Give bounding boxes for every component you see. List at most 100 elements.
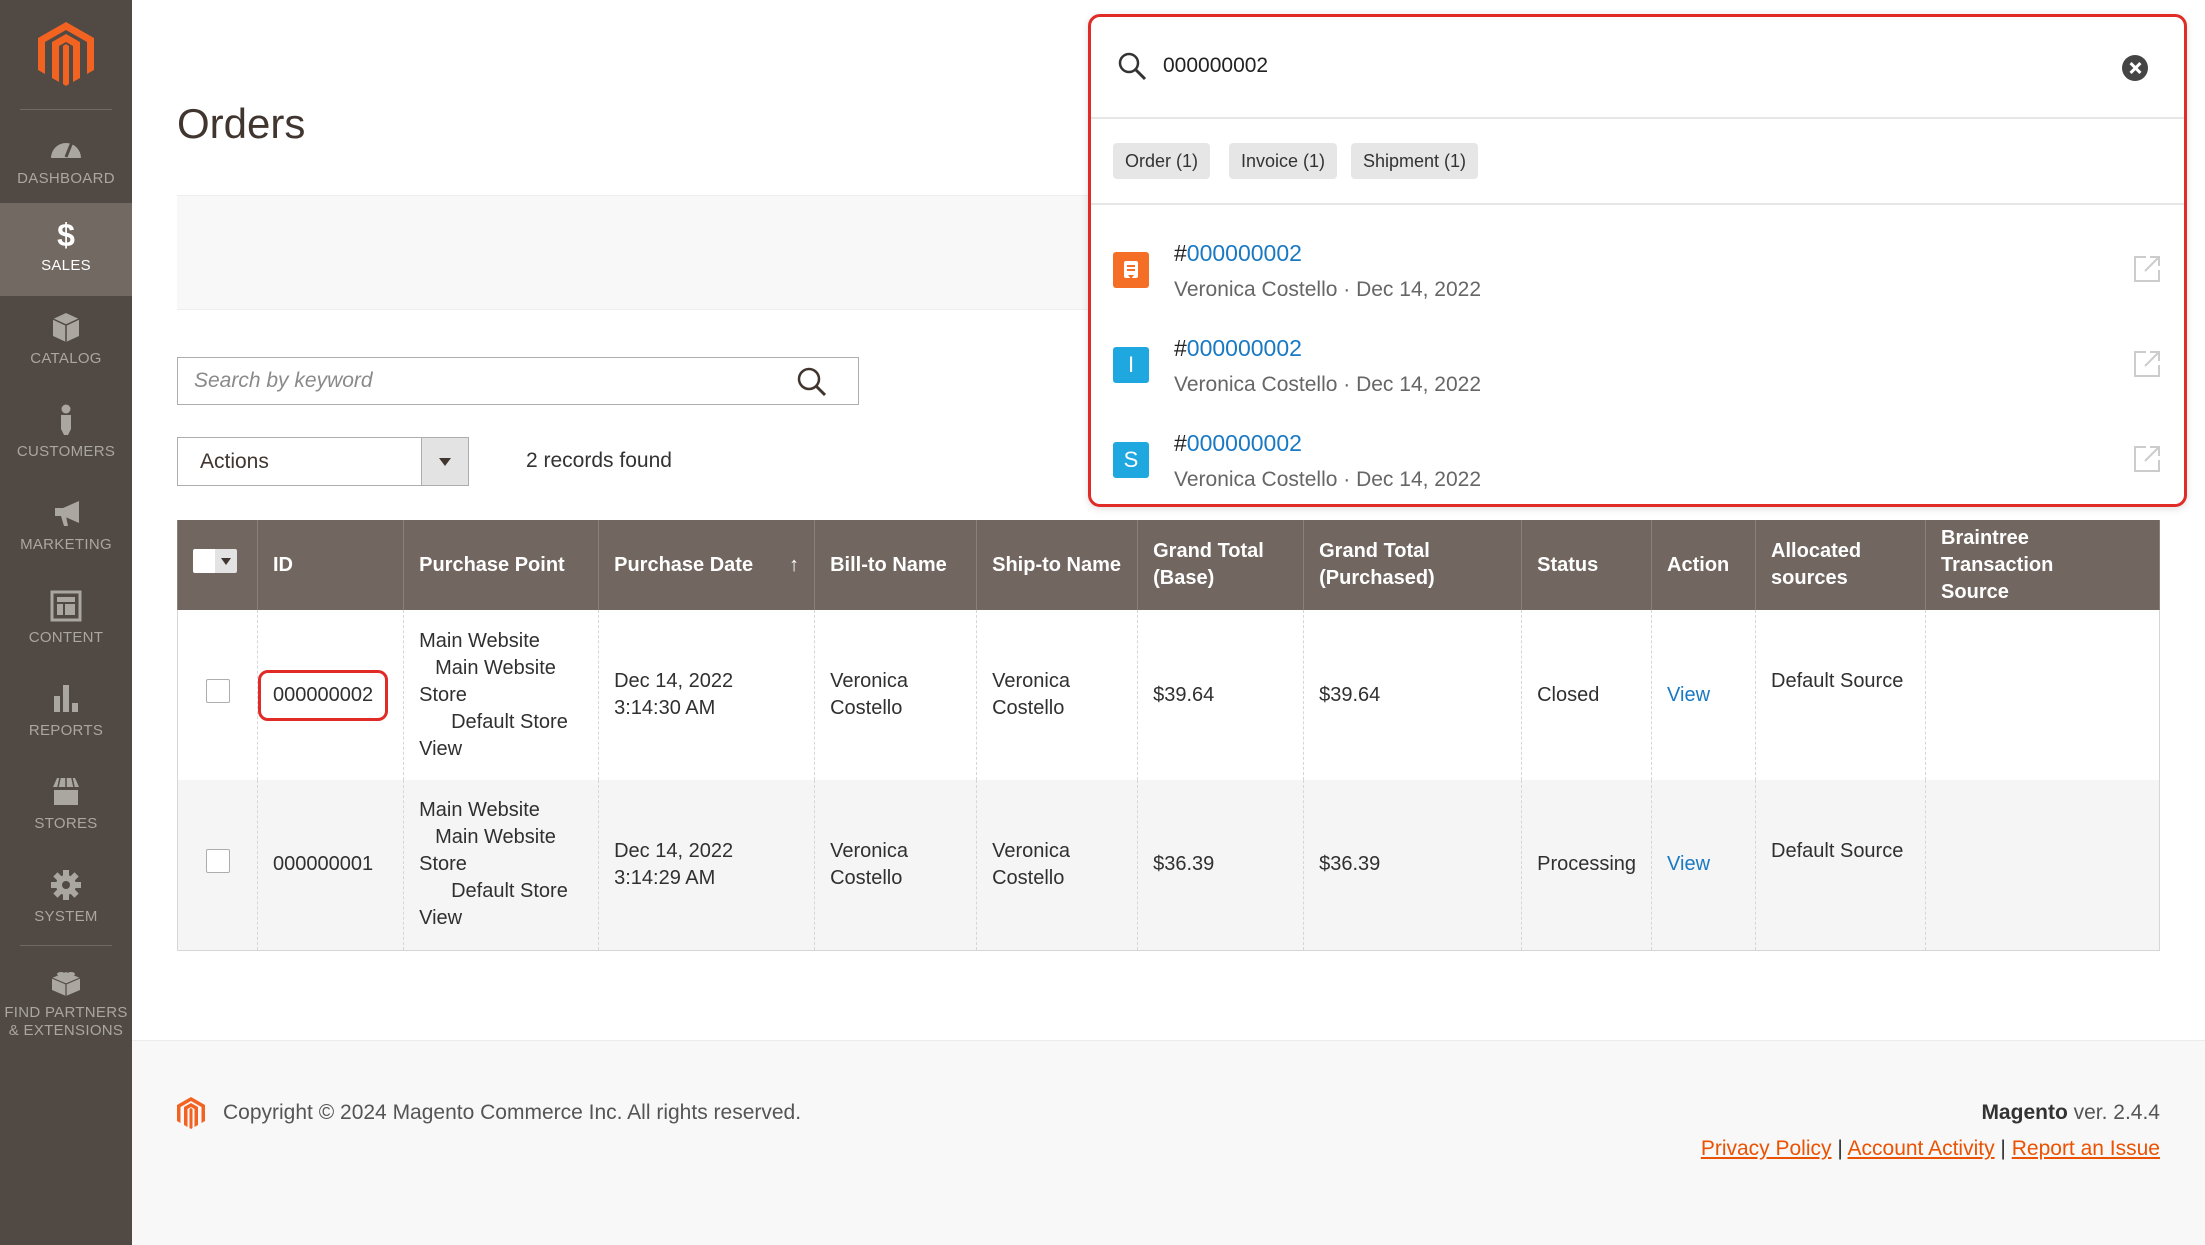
keyword-search-field[interactable] <box>177 357 859 405</box>
records-count: 2 records found <box>526 449 672 472</box>
cell-grand-total-purchased: $39.64 <box>1303 610 1523 780</box>
sidebar-item-stores[interactable]: STORES <box>0 761 132 854</box>
sidebar-item-system[interactable]: SYSTEM <box>0 854 132 947</box>
invoice-icon: I <box>1113 347 1149 383</box>
filter-chip-shipment[interactable]: Shipment (1) <box>1351 143 1479 179</box>
mass-select-checkbox[interactable] <box>193 549 237 573</box>
external-link-icon[interactable] <box>2132 254 2162 284</box>
sidebar-item-label-line2: & EXTENSIONS <box>8 1022 124 1039</box>
sidebar-item-dashboard[interactable]: DASHBOARD <box>0 116 132 209</box>
cell-status: Processing <box>1521 780 1653 950</box>
column-header-purchase-point[interactable]: Purchase Point <box>403 520 600 610</box>
cell-grand-total-base: $39.64 <box>1137 610 1305 780</box>
result-number-link[interactable]: 000000002 <box>1187 335 1302 361</box>
sidebar-item-content[interactable]: CONTENT <box>0 575 132 668</box>
external-link-icon[interactable] <box>2132 444 2162 474</box>
column-header-status[interactable]: Status <box>1521 520 1653 610</box>
chevron-down-icon[interactable] <box>421 438 468 485</box>
report-issue-link[interactable]: Report an Issue <box>2012 1137 2160 1160</box>
sidebar-item-catalog[interactable]: CATALOG <box>0 296 132 389</box>
cell-bill-to-name: Veronica Costello <box>814 780 978 950</box>
mass-select-header[interactable] <box>177 520 258 610</box>
magento-logo-icon <box>177 1097 205 1129</box>
bar-chart-icon <box>54 685 78 712</box>
highlighted-order-id: 000000002 <box>258 669 389 721</box>
row-select-cell <box>177 780 258 950</box>
view-order-link[interactable]: View <box>1667 853 1710 875</box>
clear-search-icon[interactable] <box>2122 55 2148 81</box>
table-row[interactable]: 000000001 Main Website Main Website Stor… <box>177 780 2160 950</box>
cell-ship-to-name: Veronica Costello <box>976 780 1139 950</box>
cell-purchase-date: Dec 14, 2022 3:14:30 AM <box>598 610 816 780</box>
sidebar-item-sales[interactable]: $ SALES <box>0 203 132 296</box>
table-row[interactable]: 000000002 Main Website Main Website Stor… <box>177 610 2160 780</box>
magento-logo-icon[interactable] <box>38 22 94 86</box>
sidebar-item-label: CATALOG <box>30 350 102 367</box>
orders-grid: ID Purchase Point Purchase Date ↑ Bill-to… <box>177 520 2160 951</box>
lego-brick-icon <box>51 972 81 996</box>
row-select-cell <box>177 610 258 780</box>
search-result-order[interactable]: #000000002 Veronica Costello · Dec 14, 2… <box>1091 222 2184 317</box>
filter-chip-invoice[interactable]: Invoice (1) <box>1229 143 1338 179</box>
sidebar-item-label: CONTENT <box>28 629 104 646</box>
dollar-icon: $ <box>57 217 75 251</box>
column-header-grand-total-purchased[interactable]: Grand Total (Purchased) <box>1303 520 1523 610</box>
column-header-allocated-sources[interactable]: Allocated sources <box>1755 520 1927 610</box>
cell-action: View <box>1651 610 1757 780</box>
column-header-purchase-date[interactable]: Purchase Date ↑ <box>598 520 816 610</box>
sidebar-item-label: FIND PARTNERS <box>4 1004 128 1021</box>
dashboard-icon <box>51 141 81 158</box>
sidebar-divider <box>20 945 112 946</box>
result-meta: Veronica Costello · Dec 14, 2022 <box>1174 373 1482 396</box>
copyright-text: Copyright © 2024 Magento Commerce Inc. A… <box>223 1101 802 1124</box>
megaphone-icon <box>55 501 79 526</box>
sidebar-item-label: MARKETING <box>20 536 112 553</box>
cell-ship-to-name: Veronica Costello <box>976 610 1139 780</box>
cell-purchase-point: Main Website Main Website Store Default … <box>403 780 600 950</box>
grid-header-row: ID Purchase Point Purchase Date ↑ Bill-to… <box>177 520 2160 610</box>
sidebar-item-label: REPORTS <box>28 722 104 739</box>
filter-chip-order[interactable]: Order (1) <box>1113 143 1211 179</box>
column-header-ship-to-name[interactable]: Ship-to Name <box>976 520 1139 610</box>
column-header-bill-to-name[interactable]: Bill-to Name <box>814 520 978 610</box>
search-result-shipment[interactable]: S #000000002 Veronica Costello · Dec 14,… <box>1091 412 2184 507</box>
cell-grand-total-purchased: $36.39 <box>1303 780 1523 950</box>
page-footer: Copyright © 2024 Magento Commerce Inc. A… <box>132 1040 2205 1245</box>
cell-status: Closed <box>1521 610 1653 780</box>
external-link-icon[interactable] <box>2132 349 2162 379</box>
keyword-search-input[interactable] <box>178 358 758 404</box>
sidebar-item-label: STORES <box>34 815 98 832</box>
search-filter-chips: Order (1) Invoice (1) Shipment (1) <box>1091 119 2184 205</box>
actions-dropdown[interactable]: Actions <box>177 437 469 486</box>
storefront-icon <box>53 777 79 805</box>
result-meta: Veronica Costello · Dec 14, 2022 <box>1174 278 1482 301</box>
layout-icon <box>50 590 82 622</box>
admin-sidebar: DASHBOARD $ SALES CATALOG CUSTOMERS MARK… <box>0 0 132 1245</box>
column-header-id[interactable]: ID <box>256 520 405 610</box>
actions-label: Actions <box>200 450 269 473</box>
sort-ascending-icon: ↑ <box>789 553 800 576</box>
sidebar-item-label: DASHBOARD <box>17 170 115 187</box>
column-header-grand-total-base[interactable]: Grand Total (Base) <box>1137 520 1305 610</box>
search-result-invoice[interactable]: I #000000002 Veronica Costello · Dec 14,… <box>1091 317 2184 412</box>
column-header-braintree-source[interactable]: Braintree Transaction Source <box>1925 520 2160 610</box>
account-activity-link[interactable]: Account Activity <box>1848 1137 1995 1160</box>
result-number-link[interactable]: 000000002 <box>1187 430 1302 456</box>
privacy-policy-link[interactable]: Privacy Policy <box>1701 1137 1832 1160</box>
sidebar-item-customers[interactable]: CUSTOMERS <box>0 389 132 482</box>
cell-bill-to-name: Veronica Costello <box>814 610 978 780</box>
sidebar-item-reports[interactable]: REPORTS <box>0 668 132 761</box>
view-order-link[interactable]: View <box>1667 684 1710 706</box>
chevron-down-icon[interactable] <box>215 549 237 573</box>
global-search-input[interactable] <box>1163 49 2063 83</box>
sidebar-item-marketing[interactable]: MARKETING <box>0 482 132 575</box>
row-checkbox[interactable] <box>205 848 230 873</box>
global-search-popup: Order (1) Invoice (1) Shipment (1) #0000… <box>1088 14 2187 507</box>
sidebar-divider <box>20 109 112 110</box>
result-number-link[interactable]: 000000002 <box>1187 240 1302 266</box>
search-icon[interactable] <box>796 366 828 398</box>
row-checkbox[interactable] <box>205 679 230 703</box>
sidebar-item-find-partners[interactable]: FIND PARTNERS & EXTENSIONS <box>0 950 132 1050</box>
cell-purchase-date: Dec 14, 2022 3:14:29 AM <box>598 780 816 950</box>
search-icon <box>1118 52 1147 81</box>
